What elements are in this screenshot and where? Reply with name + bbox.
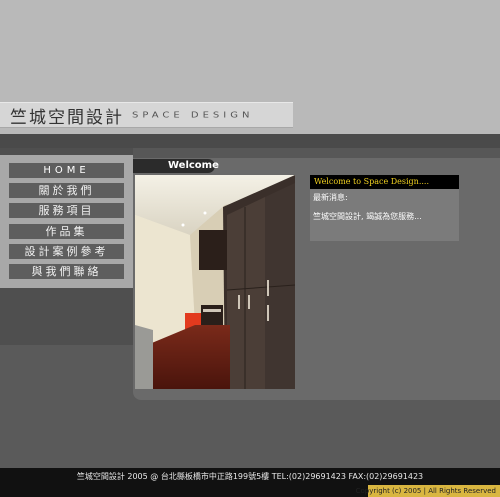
news-label: 最新消息: (313, 193, 348, 202)
nav-item-about[interactable]: 關於我們 (9, 183, 124, 198)
sidebar-nav: HOME 關於我們 服務項目 作品集 設計案例參考 與我們聯絡 (0, 155, 133, 288)
copyright-bar-dark (0, 485, 368, 497)
footer-info: 竺城空間設計 2005 @ 台北縣板橋市中正路199號5樓 TEL:(02)29… (0, 468, 500, 485)
copyright-text: Copyright (c) 2005 | All Rights Reserved (355, 487, 496, 495)
nav-item-home[interactable]: HOME (9, 163, 124, 178)
interior-photo (135, 175, 295, 389)
content-topbar (133, 148, 500, 158)
logo[interactable]: 竺城空間設計 SPACE DESIGN (0, 102, 293, 128)
bottom-spacer (0, 400, 500, 468)
logo-chinese-text: 竺城空間設計 (10, 107, 124, 128)
welcome-tab-label: Welcome (168, 160, 219, 171)
news-title: Welcome to Space Design.... (310, 175, 459, 189)
nav-item-portfolio[interactable]: 作品集 (9, 224, 124, 239)
logo-english-text: SPACE DESIGN (132, 110, 254, 120)
news-text: 竺城空間設計, 竭誠為您服務... (313, 212, 422, 221)
nav-item-cases[interactable]: 設計案例參考 (9, 244, 124, 259)
divider-strip (0, 134, 500, 148)
nav-item-contact[interactable]: 與我們聯絡 (9, 264, 124, 279)
nav-item-services[interactable]: 服務項目 (9, 203, 124, 218)
